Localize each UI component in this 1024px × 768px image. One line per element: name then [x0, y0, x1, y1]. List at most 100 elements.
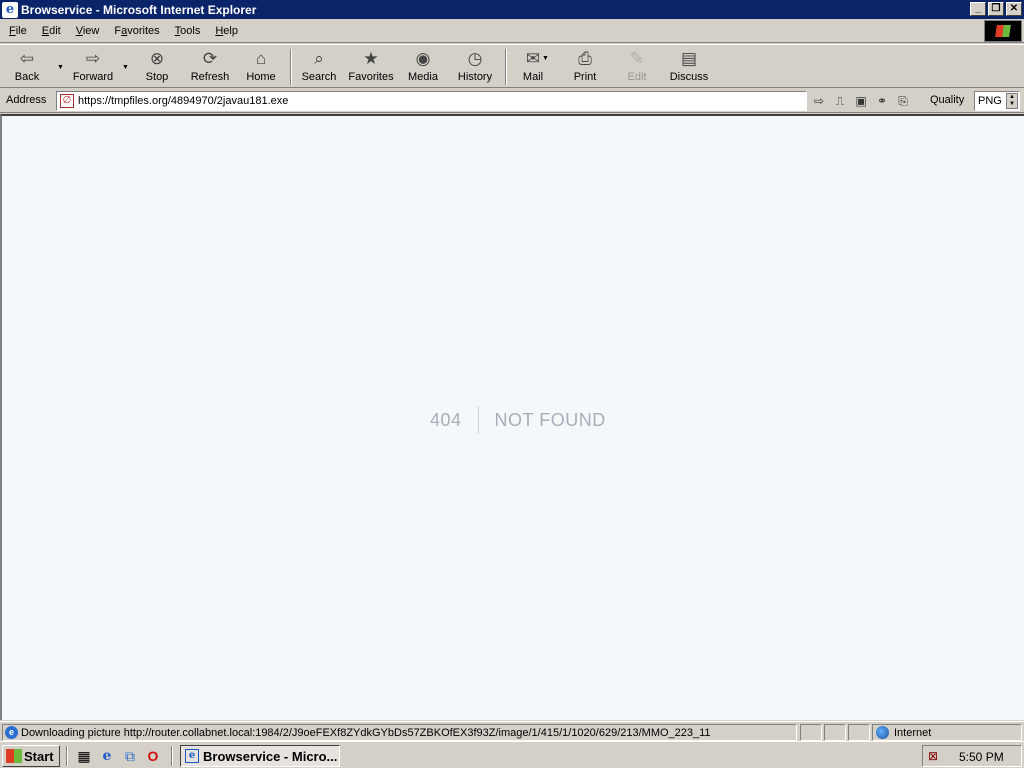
- menu-favorites[interactable]: Favorites: [114, 25, 159, 37]
- forward-arrow-icon: ⇨: [85, 49, 101, 68]
- stop-button[interactable]: ⊗ Stop: [136, 47, 178, 87]
- favorites-label: Favorites: [348, 71, 394, 83]
- mail-label: Mail: [522, 71, 544, 83]
- status-pane-progress: [800, 724, 822, 741]
- mail-dropdown-icon[interactable]: ▼: [542, 55, 549, 62]
- discuss-icon: ▤: [680, 49, 698, 68]
- status-pane-lock: [824, 724, 846, 741]
- error-code: 404: [430, 406, 479, 434]
- toolbar-separator: [290, 49, 292, 85]
- menu-tools[interactable]: Tools: [175, 25, 201, 37]
- title-bar: e Browservice - Microsoft Internet Explo…: [0, 0, 1024, 19]
- forward-button[interactable]: ⇨ Forward: [66, 47, 120, 87]
- search-icon: ⌕: [314, 49, 324, 68]
- quality-select[interactable]: PNG ▲ ▼: [974, 91, 1020, 111]
- status-text: Downloading picture http://router.collab…: [21, 727, 711, 739]
- media-icon: ◉: [415, 49, 431, 68]
- close-button[interactable]: ✕: [1006, 2, 1022, 16]
- address-tools: ⇨ ⎍ ▣ ⚭ ⎘: [810, 93, 912, 109]
- edit-label: Edit: [627, 71, 647, 83]
- menu-edit[interactable]: Edit: [42, 25, 61, 37]
- discuss-label: Discuss: [669, 71, 709, 83]
- print-button[interactable]: ⎙ Print: [566, 47, 604, 87]
- opera-quicklaunch-icon[interactable]: O: [144, 747, 162, 765]
- home-icon: ⌂: [255, 49, 267, 68]
- status-pane-privacy: [848, 724, 870, 741]
- mail-icon: ✉: [525, 49, 541, 68]
- ie-page-icon: e: [5, 726, 18, 739]
- print-label: Print: [573, 71, 597, 83]
- windows-flag-icon: [6, 749, 22, 763]
- bookmark-icon[interactable]: ⎍: [831, 93, 849, 109]
- status-bar: e Downloading picture http://router.coll…: [0, 721, 1024, 741]
- mail-button[interactable]: ✉ Mail: [514, 47, 552, 87]
- menu-help[interactable]: Help: [215, 25, 238, 37]
- show-desktop-icon[interactable]: ▦: [75, 747, 93, 765]
- printer-icon: ⎙: [578, 49, 592, 68]
- discuss-button[interactable]: ▤ Discuss: [666, 47, 712, 87]
- window-controls: _ ❐ ✕: [968, 2, 1022, 16]
- address-input[interactable]: ∅ https://tmpfiles.org/4894970/2javau181…: [56, 91, 807, 111]
- back-button[interactable]: ⇦ Back: [4, 47, 50, 87]
- quality-spinner[interactable]: ▲ ▼: [1006, 93, 1018, 109]
- refresh-label: Refresh: [190, 71, 230, 83]
- history-button[interactable]: ◷ History: [452, 47, 498, 87]
- taskbar-separator: [66, 746, 68, 766]
- taskbar: Start ▦ e ⧉ O e Browservice - Micro... ⊠…: [0, 741, 1024, 768]
- ie-quicklaunch-icon[interactable]: e: [98, 747, 116, 765]
- refresh-button[interactable]: ⟳ Refresh: [186, 47, 234, 87]
- tray-alert-icon[interactable]: ⊠: [928, 748, 944, 764]
- forward-label: Forward: [72, 71, 114, 83]
- home-button[interactable]: ⌂ Home: [240, 47, 282, 87]
- minimize-button[interactable]: _: [970, 2, 986, 16]
- media-button[interactable]: ◉ Media: [402, 47, 444, 87]
- not-found-message: 404 NOT FOUND: [430, 406, 606, 434]
- find-binoculars-icon[interactable]: ⚭: [873, 93, 891, 109]
- toolbar-separator: [505, 49, 507, 85]
- menu-bar: File Edit View Favorites Tools Help: [0, 19, 1024, 43]
- forward-dropdown-icon[interactable]: ▼: [122, 64, 129, 71]
- address-bar: Address ∅ https://tmpfiles.org/4894970/2…: [0, 89, 1024, 113]
- back-dropdown-icon[interactable]: ▼: [57, 64, 64, 71]
- history-label: History: [457, 71, 493, 83]
- start-button[interactable]: Start: [2, 745, 60, 767]
- back-arrow-icon: ⇦: [19, 49, 35, 68]
- menu-view[interactable]: View: [76, 25, 100, 37]
- windows-logo-icon: [984, 20, 1022, 42]
- menu-file[interactable]: File: [9, 25, 27, 37]
- favorites-button[interactable]: ★ Favorites: [344, 47, 398, 87]
- search-label: Search: [301, 71, 337, 83]
- search-button[interactable]: ⌕ Search: [298, 47, 340, 87]
- restore-button[interactable]: ❐: [988, 2, 1004, 16]
- address-url[interactable]: https://tmpfiles.org/4894970/2javau181.e…: [78, 95, 288, 107]
- security-zone: Internet: [872, 724, 1022, 741]
- media-label: Media: [408, 71, 438, 83]
- network-quicklaunch-icon[interactable]: ⧉: [121, 747, 139, 765]
- standard-toolbar: ⇦ Back ▼ ⇨ Forward ▼ ⊗ Stop ⟳ Refresh ⌂ …: [0, 44, 1024, 88]
- stop-label: Stop: [145, 71, 169, 83]
- error-text: NOT FOUND: [494, 409, 606, 430]
- edit-button[interactable]: ✎ Edit: [620, 47, 654, 87]
- task-title: Browservice - Micro...: [203, 748, 338, 764]
- taskbar-browservice-button[interactable]: e Browservice - Micro...: [180, 745, 340, 767]
- broken-page-icon: ∅: [60, 94, 74, 108]
- page-icon[interactable]: ▣: [852, 93, 870, 109]
- system-tray: ⊠ 5:50 PM: [922, 745, 1022, 767]
- address-label: Address: [6, 94, 47, 106]
- favorites-folder-icon: ★: [363, 49, 379, 68]
- go-arrow-icon[interactable]: ⇨: [810, 93, 828, 109]
- ie-app-icon[interactable]: e: [2, 1, 18, 18]
- page-content: 404 NOT FOUND: [0, 114, 1024, 720]
- start-label: Start: [24, 748, 54, 764]
- history-icon: ◷: [467, 49, 483, 68]
- quality-label: Quality: [930, 94, 965, 106]
- status-text-pane: e Downloading picture http://router.coll…: [2, 724, 797, 741]
- edit-page-icon: ✎: [629, 49, 645, 68]
- zone-label: Internet: [894, 727, 932, 739]
- internet-globe-icon: [876, 726, 889, 739]
- ie-task-icon: e: [185, 749, 199, 763]
- taskbar-separator: [171, 746, 173, 766]
- clipboard-icon[interactable]: ⎘: [894, 93, 912, 109]
- clock[interactable]: 5:50 PM: [959, 750, 1004, 764]
- refresh-icon: ⟳: [202, 49, 218, 68]
